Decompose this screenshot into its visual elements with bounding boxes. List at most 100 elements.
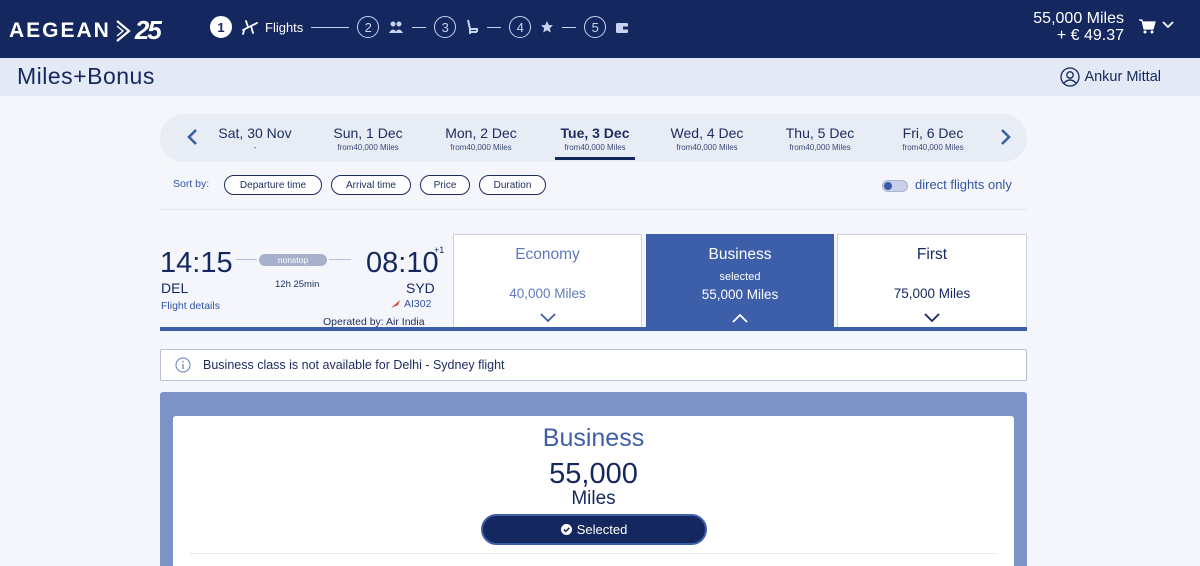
star-icon	[540, 20, 554, 34]
departure-airport: DEL	[161, 280, 189, 296]
brand-name: AEGEAN	[9, 18, 111, 42]
date-price: from40,000 Miles	[789, 143, 851, 152]
date-label: Sun, 1 Dec	[333, 125, 403, 141]
cart-miles: 55,000 Miles	[1033, 10, 1124, 27]
cart-summary[interactable]: 55,000 Miles + € 49.37	[1033, 10, 1124, 44]
fare-miles: 55,000 Miles	[701, 287, 779, 302]
fare-miles: 40,000 Miles	[509, 286, 586, 301]
aegean-logo[interactable]: AEGEAN 25	[9, 15, 162, 46]
plane-icon	[241, 18, 259, 36]
date-label: Tue, 3 Dec	[560, 125, 630, 141]
chevron-up-icon	[732, 313, 748, 323]
day-offset: +1	[434, 245, 445, 255]
date-label: Mon, 2 Dec	[445, 125, 517, 141]
date-label: Sat, 30 Nov	[218, 125, 292, 141]
passengers-icon	[388, 20, 404, 34]
date-option[interactable]: Fri, 6 Dec from40,000 Miles	[895, 125, 971, 152]
cart-icon[interactable]	[1138, 18, 1156, 34]
arrival-time: 08:10	[366, 247, 439, 279]
chevron-down-icon	[924, 313, 940, 323]
check-circle-icon	[560, 524, 572, 535]
date-option[interactable]: Mon, 2 Dec from40,000 Miles	[443, 125, 519, 152]
fare-detail-miles: 55,000	[549, 458, 638, 490]
chevron-right-icon[interactable]	[1000, 128, 1012, 146]
step-3-circle[interactable]: 3	[434, 16, 457, 38]
date-price: from40,000 Miles	[676, 143, 738, 152]
fare-name: Economy	[515, 246, 580, 263]
date-option[interactable]: Thu, 5 Dec from40,000 Miles	[782, 125, 858, 152]
fare-economy-card[interactable]: Economy 40,000 Miles	[453, 234, 642, 331]
seat-icon	[465, 19, 479, 35]
flight-details-link[interactable]: Flight details	[161, 300, 220, 312]
user-name: Ankur Mittal	[1084, 69, 1161, 85]
selected-date-underline	[555, 157, 635, 160]
user-avatar-icon	[1060, 67, 1081, 87]
route-line	[329, 259, 351, 260]
fare-first-card[interactable]: First 75,000 Miles	[837, 234, 1027, 331]
step-5-circle[interactable]: 5	[584, 16, 607, 38]
notice-text: Business class is not available for Delh…	[203, 358, 505, 372]
step-1-circle[interactable]: 1	[210, 16, 232, 38]
direct-flights-label[interactable]: direct flights only	[915, 177, 1012, 192]
sort-duration-button[interactable]: Duration	[479, 175, 546, 195]
chevron-down-icon[interactable]	[1162, 21, 1174, 29]
fare-detail-title: Business	[542, 424, 645, 452]
program-bar: Miles+Bonus Ankur Mittal	[0, 58, 1200, 96]
date-price: -	[253, 143, 257, 152]
step-2-circle[interactable]: 2	[357, 16, 380, 38]
selected-button-label: Selected	[576, 522, 628, 537]
availability-notice: Business class is not available for Delh…	[160, 349, 1027, 381]
flight-row-accent	[160, 327, 1027, 331]
selected-button[interactable]: Selected	[481, 514, 707, 545]
fare-name: Business	[708, 246, 772, 263]
direct-flights-toggle[interactable]	[882, 180, 908, 192]
departure-time: 14:15	[160, 247, 233, 279]
top-bar: AEGEAN 25 1 Flights 2 3 4 5 55,000 Miles…	[0, 0, 1200, 58]
info-icon	[175, 357, 191, 373]
flight-number: AI302	[390, 298, 431, 310]
step-connector	[487, 26, 502, 28]
fare-business-card[interactable]: Business selected 55,000 Miles	[646, 234, 834, 331]
flight-duration: 12h 25min	[275, 279, 320, 290]
date-label: Fri, 6 Dec	[902, 125, 964, 141]
date-price: from40,000 Miles	[902, 143, 964, 152]
logo-chevron-icon	[116, 19, 131, 42]
chevron-down-icon	[539, 313, 556, 323]
date-price: from40,000 Miles	[450, 143, 512, 152]
cart-price: + € 49.37	[1056, 27, 1124, 44]
date-price: from40,000 Miles	[337, 143, 399, 152]
date-option[interactable]: Sun, 1 Dec from40,000 Miles	[330, 125, 406, 152]
step-connector	[311, 26, 350, 28]
sort-departure-button[interactable]: Departure time	[224, 175, 322, 195]
date-price: from40,000 Miles	[564, 143, 626, 152]
divider	[191, 553, 996, 554]
toggle-knob	[884, 182, 892, 190]
date-carousel: Sat, 30 Nov - Sun, 1 Dec from40,000 Mile…	[160, 114, 1027, 162]
divider	[160, 209, 1027, 210]
fare-detail-card: Business 55,000 Miles Selected	[173, 416, 1014, 566]
step-4-circle[interactable]: 4	[509, 16, 532, 38]
arrival-airport: SYD	[406, 280, 435, 296]
route-line	[236, 259, 257, 260]
anniversary-mark: 25	[134, 15, 162, 45]
sort-price-button[interactable]: Price	[420, 175, 470, 195]
date-option-selected[interactable]: Tue, 3 Dec from40,000 Miles	[555, 125, 635, 152]
date-label: Thu, 5 Dec	[785, 125, 855, 141]
user-menu[interactable]: Ankur Mittal	[1060, 67, 1161, 87]
nonstop-badge: nonstop	[259, 254, 327, 266]
booking-steps: 1 Flights 2 3 4 5	[210, 16, 629, 38]
step-connector	[412, 26, 427, 28]
miles-bonus-logo[interactable]: Miles+Bonus	[17, 63, 155, 90]
sort-label: Sort by:	[173, 178, 210, 190]
date-label: Wed, 4 Dec	[670, 125, 744, 141]
fare-name: First	[916, 246, 948, 263]
fare-status: selected	[719, 271, 761, 283]
flight-number-text: AI302	[404, 298, 432, 310]
step-1-label[interactable]: Flights	[265, 20, 303, 35]
wallet-icon	[615, 20, 629, 34]
sort-arrival-button[interactable]: Arrival time	[331, 175, 411, 195]
chevron-left-icon[interactable]	[186, 128, 198, 146]
date-option[interactable]: Sat, 30 Nov -	[218, 125, 292, 152]
fare-detail-unit: Miles	[571, 488, 616, 509]
date-option[interactable]: Wed, 4 Dec from40,000 Miles	[669, 125, 745, 152]
